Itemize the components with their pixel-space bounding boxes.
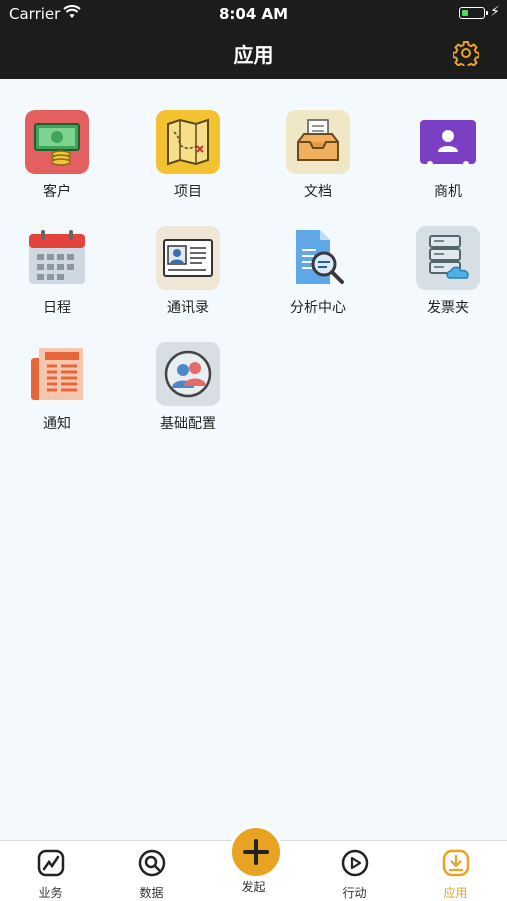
app-label: 基础配置 xyxy=(160,416,216,432)
tab-label: 行动 xyxy=(342,886,367,900)
app-notifications[interactable]: 通知 xyxy=(2,342,112,442)
money-icon xyxy=(25,110,89,174)
page-title: 应用 xyxy=(233,43,274,67)
app-label: 通知 xyxy=(43,416,71,432)
cloud-server-icon xyxy=(416,226,480,290)
contact-card-icon xyxy=(156,226,220,290)
tab-label: 数据 xyxy=(139,886,164,900)
document-search-icon xyxy=(286,226,350,290)
newspaper-icon xyxy=(25,342,89,406)
charging-icon: ⚡ xyxy=(490,4,500,20)
calendar-icon xyxy=(25,226,89,290)
status-bar: Carrier 8:04 AM ⚡ xyxy=(0,0,507,28)
app-projects[interactable]: 项目 xyxy=(133,110,243,210)
app-analysis-center[interactable]: 分析中心 xyxy=(263,226,373,326)
app-contacts[interactable]: 通讯录 xyxy=(133,226,243,326)
tab-action[interactable]: 行动 xyxy=(304,841,405,901)
id-card-icon xyxy=(416,110,480,174)
plus-icon xyxy=(243,839,269,865)
app-opportunities[interactable]: 商机 xyxy=(393,110,503,210)
app-label: 文档 xyxy=(304,184,332,200)
app-label: 分析中心 xyxy=(290,300,346,316)
play-icon xyxy=(341,849,369,877)
app-documents[interactable]: 文档 xyxy=(263,110,373,210)
map-icon xyxy=(156,110,220,174)
users-config-icon xyxy=(156,342,220,406)
app-label: 客户 xyxy=(43,184,71,200)
create-label: 发起 xyxy=(241,880,266,894)
tab-apps[interactable]: 应用 xyxy=(405,841,506,901)
gear-icon xyxy=(451,41,480,69)
download-icon xyxy=(442,849,470,877)
search-icon xyxy=(138,849,166,877)
app-customers[interactable]: 客户 xyxy=(2,110,112,210)
app-label: 发票夹 xyxy=(427,300,469,316)
app-label: 日程 xyxy=(43,300,71,316)
battery-icon xyxy=(459,7,488,19)
clock: 8:04 AM xyxy=(218,5,289,23)
tab-label: 业务 xyxy=(38,886,63,900)
tab-label: 应用 xyxy=(443,886,468,900)
navigation-bar: 应用 xyxy=(0,28,507,79)
app-label: 项目 xyxy=(174,184,202,200)
chart-icon xyxy=(37,849,65,877)
app-label: 商机 xyxy=(434,184,462,200)
inbox-tray-icon xyxy=(286,110,350,174)
settings-button[interactable] xyxy=(451,40,480,69)
create-button[interactable] xyxy=(229,825,283,879)
tab-business[interactable]: 业务 xyxy=(0,841,101,901)
app-schedule[interactable]: 日程 xyxy=(2,226,112,326)
app-basic-config[interactable]: 基础配置 xyxy=(133,342,243,442)
app-invoice-folder[interactable]: 发票夹 xyxy=(393,226,503,326)
app-label: 通讯录 xyxy=(167,300,209,316)
tab-data[interactable]: 数据 xyxy=(101,841,202,901)
